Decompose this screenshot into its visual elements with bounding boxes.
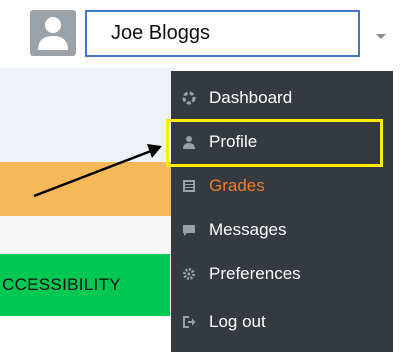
dashboard-icon <box>181 90 197 106</box>
user-icon <box>181 134 197 150</box>
menu-item-grades[interactable]: Grades <box>171 164 393 208</box>
user-dropdown-menu: Dashboard Profile Grades Messages Prefer… <box>171 71 393 352</box>
accessibility-button[interactable]: CCESSIBILITY <box>0 254 170 316</box>
user-avatar-icon <box>38 17 68 50</box>
menu-item-logout[interactable]: Log out <box>171 300 393 344</box>
logout-icon <box>181 314 197 330</box>
avatar[interactable] <box>30 10 76 56</box>
menu-item-preferences[interactable]: Preferences <box>171 252 393 296</box>
menu-item-label: Profile <box>209 132 258 151</box>
gear-icon <box>181 266 197 282</box>
message-icon <box>181 222 197 238</box>
notice-banner <box>0 162 175 216</box>
grades-icon <box>181 178 197 194</box>
user-name: Joe Bloggs <box>111 22 210 44</box>
menu-item-profile[interactable]: Profile <box>171 120 393 164</box>
chevron-down-icon[interactable] <box>376 34 386 39</box>
menu-item-messages[interactable]: Messages <box>171 208 393 252</box>
menu-item-dashboard[interactable]: Dashboard <box>171 76 393 120</box>
page-header-band <box>0 68 175 162</box>
menu-item-label: Log out <box>209 312 266 331</box>
accessibility-label: CCESSIBILITY <box>2 275 121 294</box>
menu-item-label: Messages <box>209 220 287 239</box>
page-content-strip <box>0 216 175 254</box>
menu-item-label: Preferences <box>209 264 301 283</box>
user-menu-toggle[interactable]: Joe Bloggs <box>85 10 360 57</box>
menu-item-label: Dashboard <box>209 88 293 107</box>
menu-item-label: Grades <box>209 176 265 195</box>
